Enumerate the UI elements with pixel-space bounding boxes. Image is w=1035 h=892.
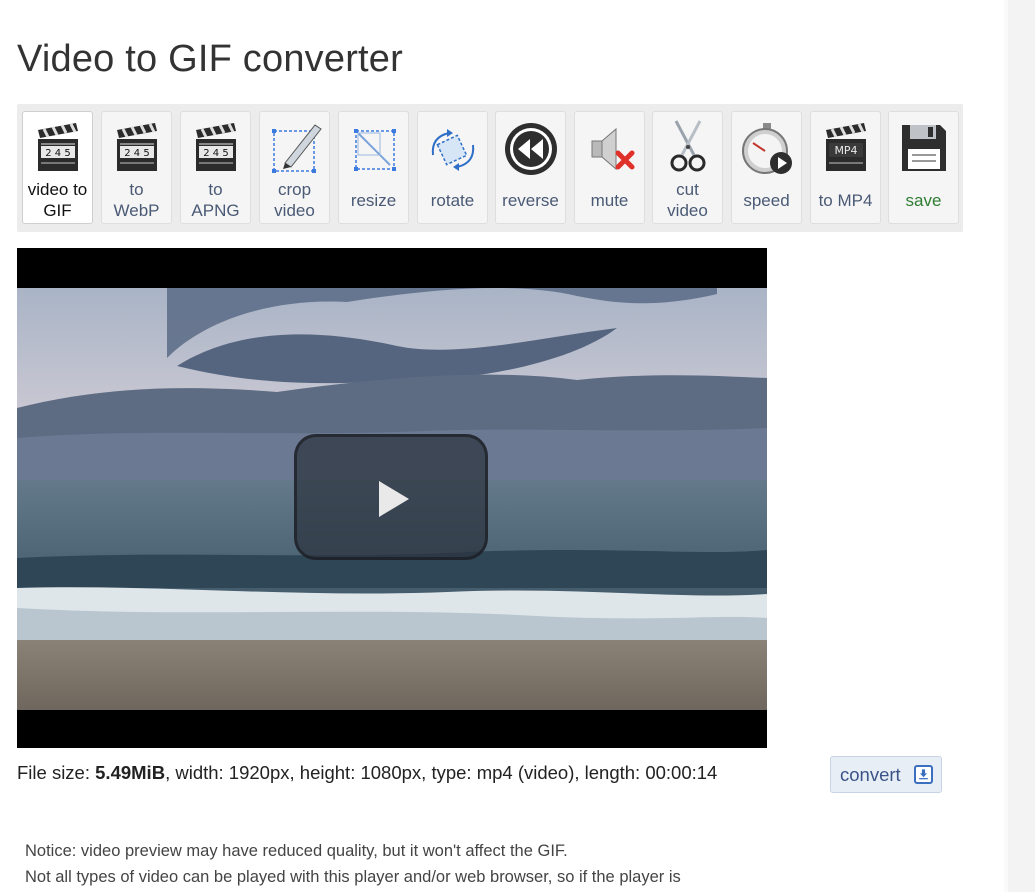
tool-to-mp4[interactable]: MP4 to MP4 — [810, 111, 881, 224]
stopwatch-icon — [741, 123, 792, 174]
tool-label: to APNG — [191, 180, 240, 220]
tool-label: mute — [590, 191, 629, 210]
resize-icon — [353, 129, 396, 171]
tool-mute[interactable]: mute — [574, 111, 645, 224]
svg-text:2 4 5: 2 4 5 — [203, 148, 228, 159]
convert-button[interactable]: convert — [830, 756, 942, 793]
tool-label: to WebP — [113, 180, 160, 220]
tool-label: save — [905, 191, 942, 210]
tool-to-webp[interactable]: 2 4 5 to WebP — [101, 111, 172, 224]
rotate-icon — [431, 129, 474, 171]
tool-speed[interactable]: speed — [731, 111, 802, 224]
scissors-icon — [670, 120, 705, 172]
tool-resize[interactable]: resize — [338, 111, 409, 224]
convert-button-label: convert — [840, 764, 901, 785]
svg-text:MP4: MP4 — [834, 144, 857, 157]
tool-crop-video[interactable]: crop video — [259, 111, 330, 224]
tool-label: to MP4 — [818, 191, 873, 210]
svg-text:2 4 5: 2 4 5 — [124, 148, 149, 159]
video-player[interactable] — [17, 248, 767, 748]
notice-text: Notice: video preview may have reduced q… — [25, 842, 681, 886]
play-icon — [379, 481, 409, 517]
file-size-value: 5.49MiB — [95, 762, 166, 783]
page-title: Video to GIF converter — [17, 38, 403, 80]
tool-save[interactable]: save — [888, 111, 959, 224]
floppy-disk-icon — [901, 125, 946, 171]
tool-label: resize — [350, 191, 397, 210]
tool-video-to-gif[interactable]: 2 4 5 video to GIF — [22, 111, 93, 224]
tool-rotate[interactable]: rotate — [417, 111, 488, 224]
tool-label: crop video — [274, 180, 315, 220]
file-info: File size: 5.49MiB, width: 1920px, heigh… — [17, 762, 718, 783]
tool-label: reverse — [502, 191, 559, 210]
tool-cut-video[interactable]: cut video — [652, 111, 723, 224]
tool-label: rotate — [430, 191, 475, 210]
tool-label: cut video — [667, 180, 708, 220]
rewind-icon — [504, 123, 557, 175]
play-button[interactable] — [294, 434, 488, 560]
download-icon — [914, 765, 933, 784]
crop-icon — [271, 124, 322, 173]
mute-icon — [591, 127, 634, 171]
page-scrollbar-gutter — [1004, 0, 1035, 892]
tool-reverse[interactable]: reverse — [495, 111, 566, 224]
clapperboard-icon: 2 4 5 — [195, 123, 236, 171]
mp4-clapperboard-icon: MP4 — [825, 123, 866, 171]
tool-label: video to GIF — [27, 180, 88, 220]
clapperboard-icon: 2 4 5 — [37, 123, 78, 171]
tool-toolbar: 2 4 5 video to GIF 2 4 5 to WebP 2 4 5 to A — [17, 104, 963, 232]
tool-to-apng[interactable]: 2 4 5 to APNG — [180, 111, 251, 224]
tool-label: speed — [743, 191, 790, 210]
svg-text:2 4 5: 2 4 5 — [45, 148, 70, 159]
clapperboard-icon: 2 4 5 — [116, 123, 157, 171]
